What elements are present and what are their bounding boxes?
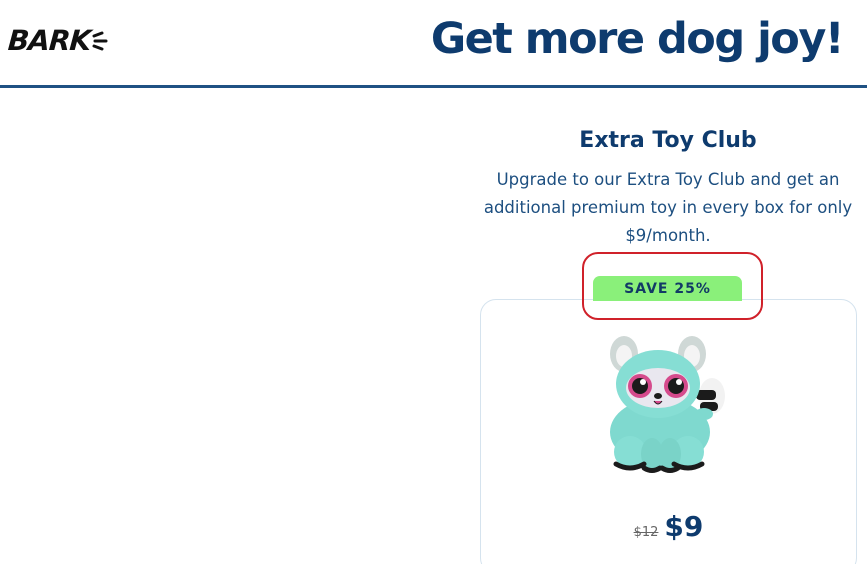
bark-logo[interactable]: BARK bbox=[6, 24, 110, 57]
price-row: $12 $9 bbox=[480, 510, 857, 543]
logo-burst-icon bbox=[92, 31, 108, 50]
offer-title: Extra Toy Club bbox=[579, 128, 757, 153]
highlight-annotation bbox=[582, 252, 763, 320]
header-title: Get more dog joy! bbox=[430, 14, 845, 64]
logo-text: BARK bbox=[6, 24, 92, 57]
old-price: $12 bbox=[633, 525, 659, 540]
offer-description: Upgrade to our Extra Toy Club and get an… bbox=[483, 170, 853, 245]
site-header: BARK Get more dog joy! bbox=[0, 0, 867, 88]
new-price: $9 bbox=[664, 510, 704, 543]
plush-raccoon-toy-image bbox=[610, 336, 725, 473]
